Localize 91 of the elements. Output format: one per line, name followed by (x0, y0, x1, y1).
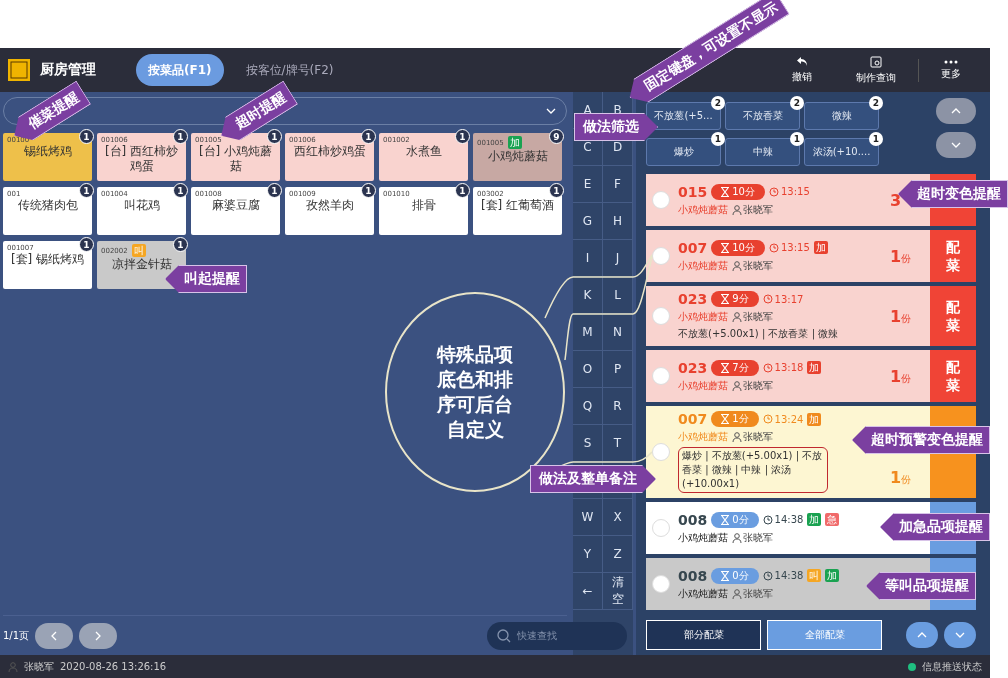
dish-tag: 叫 (131, 244, 146, 257)
count-badge: 1 (79, 129, 94, 144)
count-badge: 1 (549, 183, 564, 198)
dish-name: 传统猪肉包 (16, 198, 79, 213)
order-notes: 不放葱(+5.00x1) | 不放香菜 | 微辣 (678, 327, 840, 341)
wait-time-pill: 10分 (711, 183, 765, 200)
count-badge: 1 (267, 183, 282, 198)
dish-name: [台] 西红柿炒鸡蛋 (103, 144, 180, 174)
quantity: 1份 (890, 468, 913, 487)
dish-tag: 加 (507, 136, 522, 149)
dish-name: [套] 红葡萄酒 (479, 198, 556, 213)
count-badge: 1 (267, 129, 282, 144)
dish-name: [套] 锡纸烤鸡 (9, 252, 86, 267)
date-time: 2020-08-26 13:26:16 (60, 661, 167, 672)
count-badge: 1 (173, 129, 188, 144)
staff-name: 张晓军 (732, 258, 773, 273)
order-time: 13:17 (762, 293, 804, 305)
app-title: 厨房管理 (40, 61, 96, 79)
order-time: 13:15 (768, 186, 810, 197)
count-badge: 1 (361, 129, 376, 144)
order-number: 023 (678, 291, 708, 307)
order-tag: 加 (825, 569, 840, 582)
order-number: 008 (678, 511, 708, 528)
order-time: 13:15 (768, 242, 810, 253)
order-time: 14:38 (762, 570, 804, 581)
wait-time-pill: 7分 (711, 359, 759, 376)
dish-name: 麻婆豆腐 (210, 198, 261, 213)
order-tag: 急 (825, 513, 840, 526)
count-badge: 1 (361, 183, 376, 198)
dish-name: 水煮鱼 (404, 144, 443, 159)
dish-name: 小鸡炖蘑菇 (678, 202, 728, 217)
page-indicator: 1/1页 (3, 628, 30, 643)
count-badge: 1 (173, 237, 188, 252)
order-number: 008 (678, 567, 708, 584)
count-badge: 2 (869, 96, 883, 110)
order-tag: 加 (807, 361, 822, 374)
quantity: 1份 (890, 306, 913, 326)
search-placeholder: 快速查找 (517, 628, 557, 643)
wait-time-pill: 9分 (711, 291, 759, 307)
quantity: 1份 (890, 366, 913, 386)
dish-name: 小鸡炖蘑菇 (678, 430, 728, 444)
order-notes: 爆炒 | 不放葱(+5.00x1) | 不放香菜 | 微辣 | 中辣 | 浓汤(+10.00x1) (678, 447, 828, 493)
dish-name: 小鸡炖蘑菇 (678, 586, 728, 601)
wait-time-pill: 1分 (711, 411, 759, 427)
order-time: 14:38 (762, 514, 804, 525)
wait-time-pill: 10分 (711, 239, 765, 256)
count-badge: 1 (711, 132, 725, 146)
count-badge: 1 (455, 129, 470, 144)
count-badge: 1 (455, 183, 470, 198)
order-time: 13:24 (762, 413, 804, 425)
order-number: 015 (678, 183, 708, 200)
dish-name: 小鸡炖蘑菇 (486, 149, 549, 164)
count-badge: 1 (173, 183, 188, 198)
count-badge: 2 (711, 96, 725, 110)
staff-name: 张晓军 (732, 430, 773, 444)
staff-name: 张晓军 (732, 378, 773, 393)
dish-name: 小鸡炖蘑菇 (678, 258, 728, 273)
dish-name: 排骨 (410, 198, 437, 213)
order-tag: 加 (807, 513, 822, 526)
annotation-tooltip: 超时预警变色提醒 (852, 426, 990, 454)
count-badge: 9 (549, 129, 564, 144)
wait-time-pill: 0分 (711, 567, 759, 584)
wait-time-pill: 0分 (711, 511, 759, 528)
push-status: 信息推送状态 (922, 659, 982, 674)
dish-name: 小鸡炖蘑菇 (678, 530, 728, 545)
staff-name: 张晓军 (732, 586, 773, 601)
staff-name: 张晓军 (732, 202, 773, 217)
count-badge: 1 (79, 183, 94, 198)
dish-name: 孜然羊肉 (304, 198, 355, 213)
quantity: 1份 (890, 246, 913, 266)
dish-name: 小鸡炖蘑菇 (678, 378, 728, 393)
user-name: 张晓军 (24, 659, 54, 674)
dish-name: 小鸡炖蘑菇 (678, 310, 728, 324)
dish-name: 叫花鸡 (122, 198, 161, 213)
order-tag: 加 (813, 241, 828, 254)
order-number: 007 (678, 239, 708, 256)
count-badge: 1 (790, 132, 804, 146)
annotation-tooltip: 加急品项提醒 (880, 513, 990, 541)
order-number: 023 (678, 359, 708, 376)
annotation-tooltip: 等叫品项提醒 (866, 572, 976, 600)
annotation-tooltip: 做法及整单备注 (530, 465, 656, 493)
count-badge: 1 (79, 237, 94, 252)
bubble-text: 特殊品项底色和排序可后台自定义 (435, 342, 514, 442)
order-number: 007 (678, 411, 708, 427)
count-badge: 2 (790, 96, 804, 110)
order-tag: 叫 (807, 569, 822, 582)
staff-name: 张晓军 (732, 530, 773, 545)
order-tag: 加 (807, 412, 822, 426)
staff-name: 张晓军 (732, 310, 773, 324)
count-badge: 1 (869, 132, 883, 146)
order-time: 13:18 (762, 362, 804, 373)
